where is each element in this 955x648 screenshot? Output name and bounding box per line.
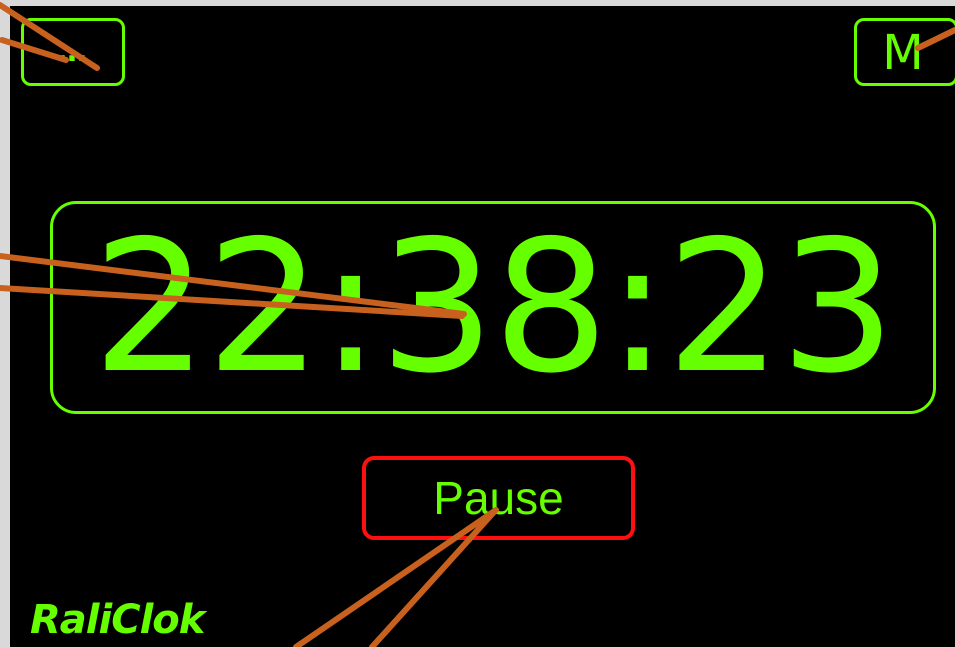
mode-button-label: M <box>882 25 924 81</box>
pause-button[interactable]: Pause <box>362 456 635 540</box>
screenshot: … M 22:38:23 Pause RaliClok <box>0 0 955 647</box>
brand-logo: RaliClok <box>30 597 205 643</box>
pause-button-label: Pause <box>433 472 564 524</box>
menu-button[interactable]: … <box>21 18 125 86</box>
ellipsis-icon: … <box>57 34 89 69</box>
mode-button[interactable]: M <box>854 18 955 86</box>
clock-time: 22:38:23 <box>92 201 895 413</box>
